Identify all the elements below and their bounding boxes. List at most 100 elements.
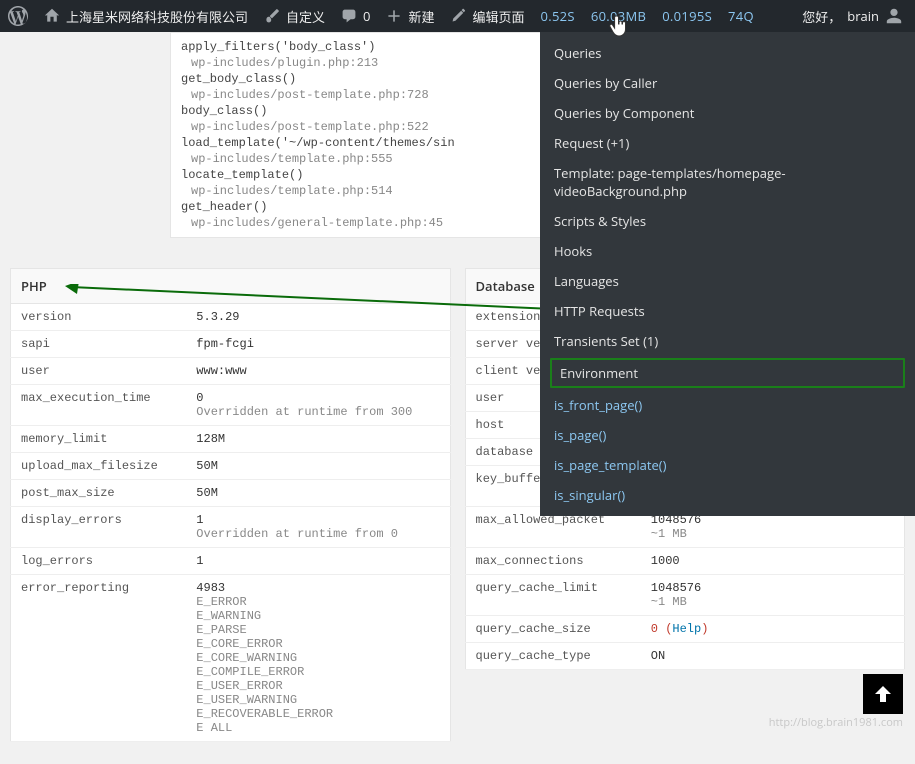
db-value: 0 (Help) xyxy=(641,616,905,643)
wordpress-logo-icon xyxy=(8,6,28,26)
db-value: 1048576~1 MB xyxy=(641,575,905,616)
db-value: ON xyxy=(641,643,905,670)
qm-dropdown-item[interactable]: is_front_page() xyxy=(540,390,915,420)
qm-dropdown-item[interactable]: Hooks xyxy=(540,236,915,266)
table-row: query_cache_size0 (Help) xyxy=(465,616,905,643)
qm-dropdown-item[interactable]: Scripts & Styles xyxy=(540,206,915,236)
php-value-sub: E ALL xyxy=(196,721,439,735)
php-value: 5.3.29 xyxy=(186,304,450,331)
table-row: query_cache_limit1048576~1 MB xyxy=(465,575,905,616)
table-row: post_max_size50M xyxy=(11,480,451,507)
greeting-text: 您好， xyxy=(802,7,841,26)
php-key: version xyxy=(11,304,187,331)
php-key: memory_limit xyxy=(11,426,187,453)
new-button[interactable]: 新建 xyxy=(378,0,442,32)
comment-icon xyxy=(341,8,357,24)
table-row: display_errors1Overridden at runtime fro… xyxy=(11,507,451,548)
user-greeting[interactable]: 您好， brain xyxy=(794,0,911,32)
qm-dropdown-item[interactable]: HTTP Requests xyxy=(540,296,915,326)
table-row: upload_max_filesize50M xyxy=(11,453,451,480)
db-value-sub: ~1 MB xyxy=(651,527,894,541)
edit-page-label: 编辑页面 xyxy=(472,7,524,26)
php-value: 4983E_ERRORE_WARNINGE_PARSEE_CORE_ERRORE… xyxy=(186,575,450,742)
php-key: log_errors xyxy=(11,548,187,575)
php-key: error_reporting xyxy=(11,575,187,742)
qm-dropdown-item[interactable]: Queries by Caller xyxy=(540,68,915,98)
qm-time[interactable]: 0.52S xyxy=(533,0,583,32)
db-key: query_cache_type xyxy=(465,643,641,670)
wp-logo-button[interactable] xyxy=(0,0,36,32)
username: brain xyxy=(847,7,879,25)
table-row: max_execution_time0Overridden at runtime… xyxy=(11,385,451,426)
home-icon xyxy=(44,8,60,24)
comments-count: 0 xyxy=(363,7,370,25)
db-value: 1000 xyxy=(641,548,905,575)
qm-dropdown-item[interactable]: Template: page-templates/homepage-videoB… xyxy=(540,158,915,206)
php-value: 1 xyxy=(186,548,450,575)
php-key: post_max_size xyxy=(11,480,187,507)
qm-dropdown-item[interactable]: is_page_template() xyxy=(540,450,915,480)
php-value: 0Overridden at runtime from 300 xyxy=(186,385,450,426)
qm-dropdown-item[interactable]: Request (+1) xyxy=(540,128,915,158)
table-row: sapifpm-fcgi xyxy=(11,331,451,358)
qm-dropdown-item[interactable]: Transients Set (1) xyxy=(540,326,915,356)
qm-dropdown-item[interactable]: Environment xyxy=(550,358,905,388)
php-key: max_execution_time xyxy=(11,385,187,426)
php-value-sub: E_USER_WARNING xyxy=(196,693,439,707)
qm-dropdown-item[interactable]: is_singular() xyxy=(540,480,915,510)
help-link[interactable]: Help xyxy=(672,622,701,636)
php-value-sub: E_RECOVERABLE_ERROR xyxy=(196,707,439,721)
pencil-icon xyxy=(450,8,466,24)
table-row: version5.3.29 xyxy=(11,304,451,331)
php-value-sub: Overridden at runtime from 0 xyxy=(196,527,439,541)
php-value: www:www xyxy=(186,358,450,385)
db-key: query_cache_size xyxy=(465,616,641,643)
db-value-sub: ~1 MB xyxy=(651,595,894,609)
qm-memory[interactable]: 60.03MB xyxy=(583,0,654,32)
brush-icon xyxy=(264,8,280,24)
php-value-sub: E_CORE_ERROR xyxy=(196,637,439,651)
qm-dropdown-item[interactable]: Languages xyxy=(540,266,915,296)
site-title-button[interactable]: 上海星米网络科技股份有限公司 xyxy=(36,0,256,32)
php-value: 128M xyxy=(186,426,450,453)
edit-page-button[interactable]: 编辑页面 xyxy=(442,0,532,32)
watermark: http://blog.brain1981.com xyxy=(769,715,903,730)
php-heading: PHP xyxy=(11,269,451,304)
qm-db-time[interactable]: 0.0195S xyxy=(654,0,720,32)
new-label: 新建 xyxy=(408,7,434,26)
php-table: PHP version5.3.29sapifpm-fcgiuserwww:www… xyxy=(10,268,451,742)
php-value: 50M xyxy=(186,453,450,480)
php-value-sub: E_COMPILE_ERROR xyxy=(196,665,439,679)
php-key: sapi xyxy=(11,331,187,358)
php-value-sub: E_ERROR xyxy=(196,595,439,609)
comments-button[interactable]: 0 xyxy=(333,0,378,32)
site-title-label: 上海星米网络科技股份有限公司 xyxy=(66,7,248,26)
qm-dropdown-item[interactable]: Queries xyxy=(540,38,915,68)
php-value-sub: E_CORE_WARNING xyxy=(196,651,439,665)
php-value: fpm-fcgi xyxy=(186,331,450,358)
table-row: userwww:www xyxy=(11,358,451,385)
plus-icon xyxy=(386,8,402,24)
php-value-sub: E_PARSE xyxy=(196,623,439,637)
table-row: error_reporting4983E_ERRORE_WARNINGE_PAR… xyxy=(11,575,451,742)
php-panel: PHP version5.3.29sapifpm-fcgiuserwww:www… xyxy=(10,268,451,754)
php-value: 1Overridden at runtime from 0 xyxy=(186,507,450,548)
customize-button[interactable]: 自定义 xyxy=(256,0,333,32)
back-to-top-button[interactable] xyxy=(863,674,903,714)
arrow-up-icon xyxy=(871,682,895,706)
qm-dropdown-item[interactable]: is_page() xyxy=(540,420,915,450)
php-value: 50M xyxy=(186,480,450,507)
table-row: query_cache_typeON xyxy=(465,643,905,670)
php-key: upload_max_filesize xyxy=(11,453,187,480)
php-key: user xyxy=(11,358,187,385)
php-value-sub: Overridden at runtime from 300 xyxy=(196,405,439,419)
table-row: max_connections1000 xyxy=(465,548,905,575)
table-row: memory_limit128M xyxy=(11,426,451,453)
php-value-sub: E_WARNING xyxy=(196,609,439,623)
wp-admin-bar: 上海星米网络科技股份有限公司 自定义 0 新建 编辑页面 0.52S 60.03… xyxy=(0,0,915,32)
table-row: log_errors1 xyxy=(11,548,451,575)
php-value-sub: E_USER_ERROR xyxy=(196,679,439,693)
qm-dropdown-item[interactable]: Queries by Component xyxy=(540,98,915,128)
qm-query-count[interactable]: 74Q xyxy=(720,0,762,32)
qm-dropdown: QueriesQueries by CallerQueries by Compo… xyxy=(540,32,915,516)
